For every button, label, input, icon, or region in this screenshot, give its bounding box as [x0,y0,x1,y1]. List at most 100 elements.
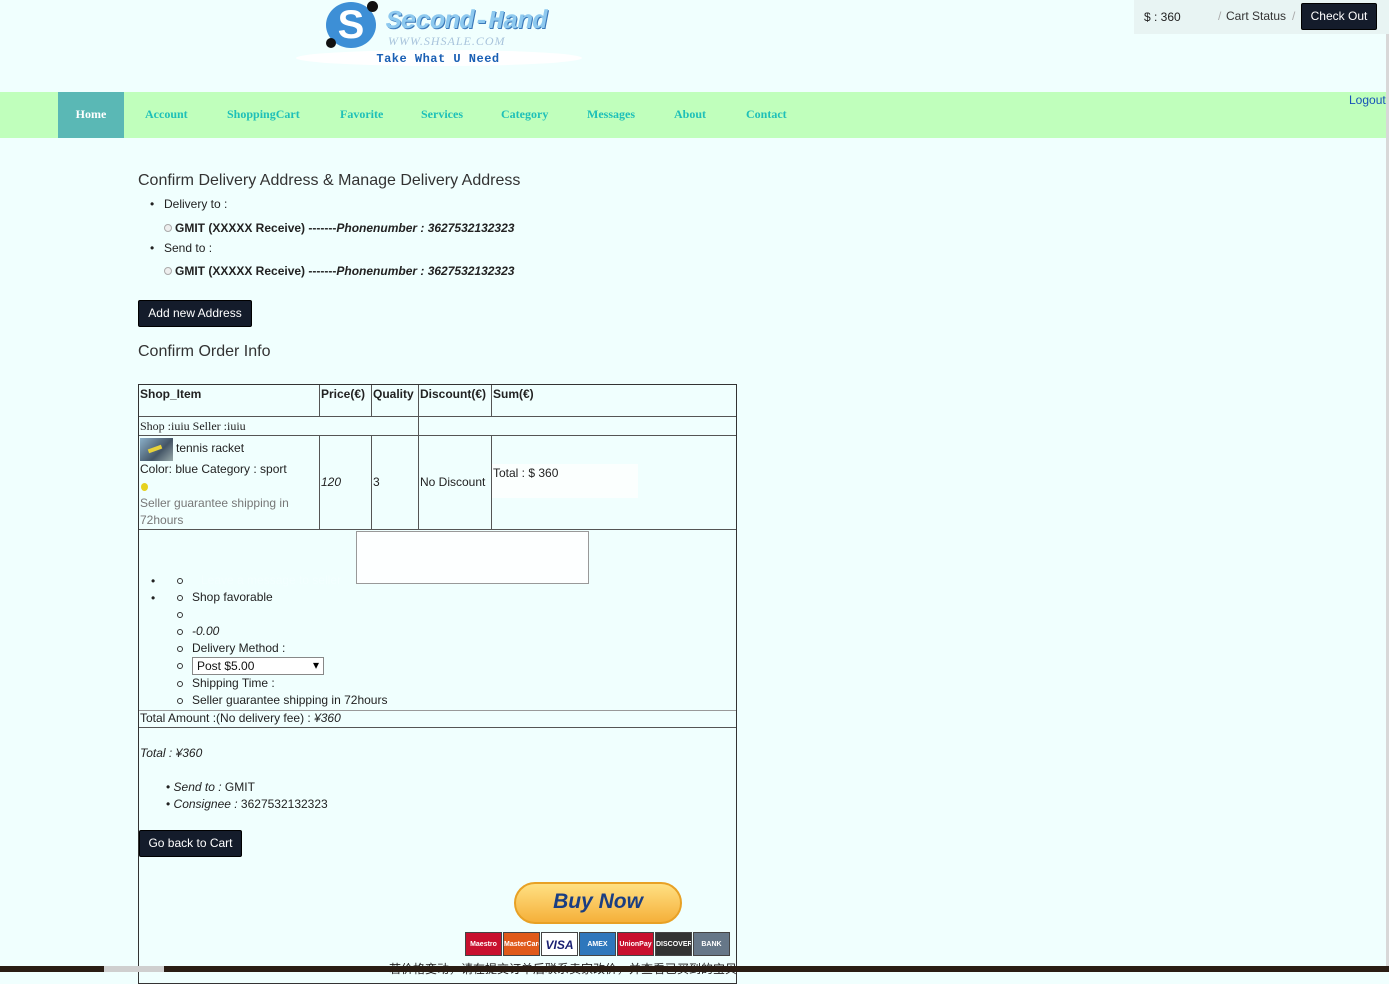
logo-dot [367,1,378,12]
message-textarea[interactable] [356,531,589,584]
address-radio[interactable] [164,267,172,275]
total-amount-value: ¥360 [314,711,341,725]
nav-category[interactable]: Category [501,92,548,138]
amex-card-icon: AMEX [579,932,616,956]
nav-services[interactable]: Services [421,92,463,138]
logo-url: WWW.SHSALE.COM [388,34,506,48]
delivery-address-option[interactable]: GMIT (XXXXX Receive) -------Phonenumber … [164,221,514,235]
circle-bullet-icon [177,663,183,669]
table-divider [139,416,736,417]
circle-bullet-icon [177,681,183,687]
address-name: GMIT (XXXXX Receive) ------- [175,221,337,235]
nav-messages[interactable]: Messages [587,92,635,138]
table-divider [319,385,320,416]
add-address-button[interactable]: Add new Address [138,300,252,327]
shop-seller-line: Shop :iuiu Seller :iuiu [140,419,246,433]
visa-card-icon: VISA [541,932,578,956]
breadcrumb-separator: / [1292,9,1296,23]
guarantee-text: 72hours [140,513,184,527]
delivery-method-select[interactable]: Post $5.00 [192,657,324,675]
send-to-summary: • Send to : GMIT [166,780,255,794]
address-phone: Phonenumber : 3627532132323 [336,221,515,235]
table-divider [139,727,736,728]
back-to-cart-button[interactable]: Go back to Cart [139,830,242,857]
product-thumbnail[interactable] [140,438,173,461]
table-divider [418,385,419,416]
buy-now-button[interactable]: Buy Now [514,882,682,924]
table-divider [139,435,736,436]
shop-favorable-label: Shop favorable [192,590,273,604]
cart-status-link[interactable]: Cart Status [1226,9,1286,23]
column-header: Price(€) [321,387,366,401]
discount-value: -0.00 [192,624,220,638]
table-divider [319,435,320,529]
logo-tagline: Take What U Need [376,52,500,66]
site-logo[interactable]: S Second-Hand WWW.SHSALE.COM Take What U… [296,0,582,68]
nav-shoppingcart[interactable]: ShoppingCart [227,92,300,138]
circle-bullet-icon [177,612,183,618]
circle-bullet-icon [177,698,183,704]
send-to-label: Send to : [150,241,212,255]
shipping-time-label: Shipping Time : [192,676,275,690]
send-to-summary-label: Send to : [173,780,222,794]
breadcrumb-separator: / [1218,9,1222,23]
column-header: Discount(€) [420,387,486,401]
item-price: 120 [321,475,342,489]
mastercard-card-icon: MasterCard [503,932,540,956]
nav-account[interactable]: Account [145,92,188,138]
item-total-box: Total : $ 360 [492,464,638,498]
logout-link[interactable]: Logout [1349,92,1386,108]
column-header: Sum(€) [493,387,534,401]
column-header: Quality [373,387,414,401]
delivery-section-title: Confirm Delivery Address & Manage Delive… [138,172,521,189]
taskbar-strip [0,966,1389,972]
circle-bullet-icon [177,646,183,652]
maestro-card-icon: Maestro [465,932,502,956]
checkout-button[interactable]: Check Out [1301,3,1377,30]
message-hint: Leave a message to seller [201,573,342,587]
consignee-value: 3627532132323 [237,797,328,811]
consignee-summary: • Consignee : 3627532132323 [166,797,328,811]
table-divider [418,435,419,529]
nav-favorite[interactable]: Favorite [340,92,383,138]
product-name[interactable]: tennis racket [176,441,244,455]
grand-total: Total : ¥360 [140,746,203,760]
item-total: Total : $ 360 [493,466,559,480]
bank-card-icon: BANK [693,932,730,956]
address-radio[interactable] [164,224,172,232]
lightbulb-icon [141,483,148,491]
delivery-to-label: Delivery to : [150,197,227,211]
table-divider [371,435,372,529]
unionpay-card-icon: UnionPay [617,932,654,956]
circle-bullet-icon [177,629,183,635]
nav-contact[interactable]: Contact [746,92,787,138]
total-amount-line: Total Amount :(No delivery fee) : ¥360 [140,711,341,725]
table-divider [139,529,736,530]
taskbar-tab[interactable] [104,966,164,972]
cart-summary: $ : 360 / Cart Status / Check Out [1134,0,1389,34]
shipping-time-value: Seller guarantee shipping in 72hours [192,693,388,707]
product-attributes: Color: blue Category : sport [140,462,287,476]
order-table: Shop_Item Price(€) Quality Discount(€) S… [138,384,737,984]
circle-bullet-icon [177,578,183,584]
item-discount: No Discount [420,475,486,489]
table-divider [491,385,492,416]
nav-about[interactable]: About [674,92,706,138]
nav-home[interactable]: Home [58,92,124,138]
discover-card-icon: DISCOVER [655,932,692,956]
total-amount-label: Total Amount :(No delivery fee) : [140,711,315,725]
table-divider [371,385,372,416]
bullet-icon: • [151,591,156,605]
cart-amount: $ : 360 [1144,10,1181,24]
main-navbar: Home Account ShoppingCart Favorite Servi… [0,92,1389,138]
delivery-method-label: Delivery Method : [192,641,286,655]
address-name: GMIT (XXXXX Receive) ------- [175,264,337,278]
table-divider [418,416,419,435]
column-header: Shop_Item [140,387,202,401]
consignee-label: Consignee : [173,797,238,811]
logo-dot [326,38,336,48]
send-address-option[interactable]: GMIT (XXXXX Receive) -------Phonenumber … [164,264,514,278]
logo-wordmark: Second-Hand [386,6,548,36]
address-phone: Phonenumber : 3627532132323 [336,264,515,278]
bullet-icon: • [151,574,156,588]
